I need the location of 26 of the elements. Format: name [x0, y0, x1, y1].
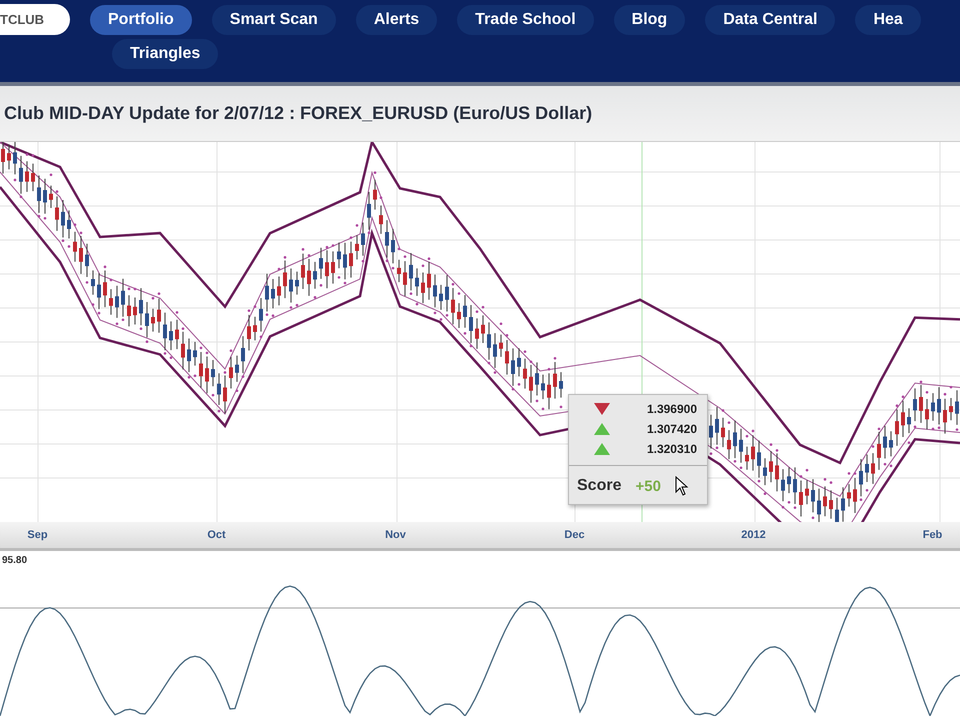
up-triangle-icon	[593, 422, 611, 436]
nav-tab[interactable]: Data Central	[705, 4, 836, 34]
axis-label: 2012	[740, 529, 767, 541]
oscillator-value: 95.80	[1, 554, 28, 566]
cursor-icon	[674, 476, 689, 496]
nav-tab[interactable]: Portfolio	[90, 4, 192, 34]
logo[interactable]: TCLUB	[0, 4, 70, 35]
axis-label: Feb	[922, 529, 944, 541]
nav-tab[interactable]: Trade School	[457, 4, 594, 34]
nav-tab[interactable]: Alerts	[356, 4, 438, 34]
nav-tab[interactable]: Blog	[614, 4, 686, 34]
axis-label: Oct	[206, 529, 227, 541]
chart-title: Club MID-DAY Update for 2/07/12 : FOREX_EURUSD (Euro/US Dollar)	[4, 103, 592, 124]
signal-value: 1.307420	[646, 422, 697, 436]
axis-label: Dec	[563, 529, 586, 541]
axis-label: Sep	[26, 529, 49, 541]
up-triangle-icon	[593, 442, 611, 456]
score-value: +50	[635, 478, 661, 494]
score-label: Score	[577, 477, 622, 495]
signal-value: 1.320310	[646, 442, 697, 456]
nav-tab[interactable]: Triangles	[112, 39, 218, 69]
nav-tab[interactable]: Smart Scan	[212, 4, 336, 34]
nav-tab[interactable]: Hea	[855, 4, 921, 34]
down-triangle-icon	[593, 402, 611, 416]
signal-value: 1.396900	[646, 402, 697, 416]
axis-label: Nov	[384, 529, 407, 541]
